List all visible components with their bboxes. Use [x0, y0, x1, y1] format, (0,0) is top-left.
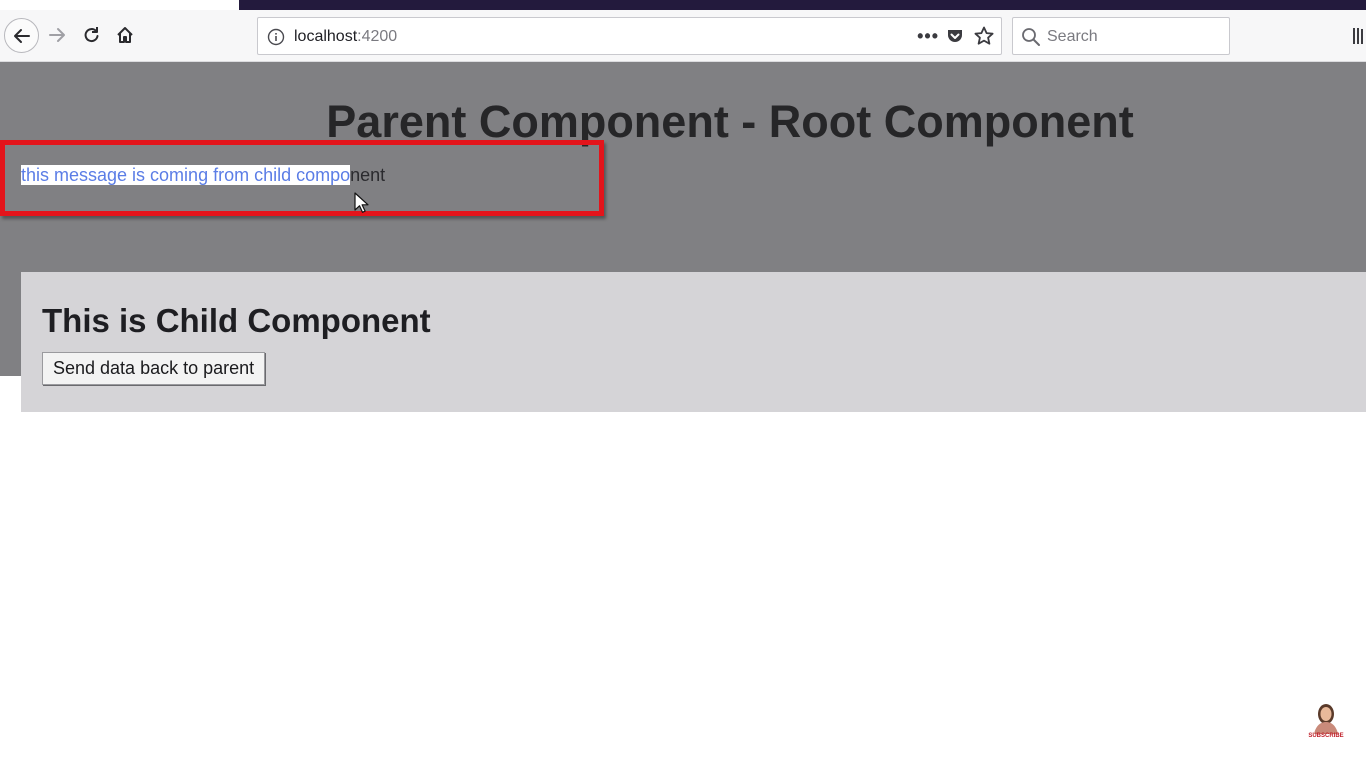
child-title: This is Child Component — [42, 302, 431, 339]
search-bar[interactable]: Search — [1012, 17, 1230, 55]
reload-button[interactable] — [74, 18, 108, 52]
back-arrow-icon — [13, 28, 30, 43]
search-icon — [1022, 28, 1040, 46]
home-button[interactable] — [108, 18, 142, 52]
site-info-icon[interactable] — [267, 28, 285, 46]
url-bar[interactable]: localhost:4200 ••• — [257, 17, 1002, 55]
mouse-cursor-icon — [354, 192, 369, 213]
browser-toolbar: localhost:4200 ••• Search — [0, 10, 1366, 62]
forward-arrow-icon — [49, 28, 65, 42]
url-text[interactable]: localhost:4200 — [294, 28, 397, 46]
url-port: :4200 — [357, 28, 398, 45]
parent-component: Parent Component - Root Component this m… — [0, 62, 1366, 412]
home-icon — [117, 27, 133, 43]
forward-button[interactable] — [40, 18, 74, 52]
highlight-annotation-box — [0, 140, 604, 216]
pocket-icon[interactable] — [945, 26, 965, 46]
window-top-strip — [239, 0, 1366, 10]
url-host: localhost — [294, 28, 358, 45]
library-icon[interactable] — [1352, 26, 1366, 46]
child-component: This is Child Component Send data back t… — [21, 272, 1366, 412]
subscribe-label: SUBSCRIBE — [1308, 733, 1344, 739]
bookmark-star-icon[interactable] — [973, 25, 995, 47]
page-actions-more-icon[interactable]: ••• — [917, 26, 939, 47]
reload-icon — [84, 27, 99, 43]
search-placeholder: Search — [1047, 28, 1098, 45]
back-button[interactable] — [4, 18, 39, 53]
send-data-button[interactable]: Send data back to parent — [42, 352, 266, 385]
